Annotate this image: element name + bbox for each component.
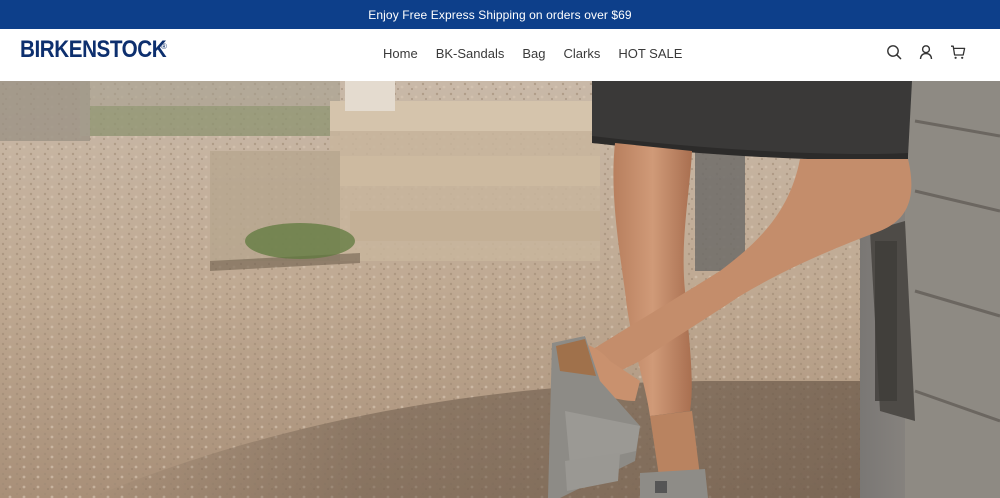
nav-item-clarks[interactable]: Clarks — [563, 46, 600, 61]
hero-photo — [0, 81, 1000, 498]
site-header: BIRKENSTOCK ® Home BK-Sandals Bag Clarks… — [0, 29, 1000, 81]
search-icon[interactable] — [886, 44, 902, 60]
nav-item-bag[interactable]: Bag — [522, 46, 545, 61]
brand-logo[interactable]: BIRKENSTOCK ® — [20, 35, 170, 65]
nav-item-hot-sale[interactable]: HOT SALE — [618, 46, 682, 61]
brand-logo-text: BIRKENSTOCK — [20, 36, 167, 63]
cart-icon[interactable] — [950, 44, 966, 60]
hero-banner-image[interactable] — [0, 81, 1000, 498]
nav-item-bk-sandals[interactable]: BK-Sandals — [436, 46, 505, 61]
account-icon[interactable] — [918, 44, 934, 60]
announcement-text: Enjoy Free Express Shipping on orders ov… — [368, 7, 632, 22]
nav-item-home[interactable]: Home — [383, 46, 418, 61]
main-nav: Home BK-Sandals Bag Clarks HOT SALE — [383, 46, 682, 61]
registered-mark: ® — [161, 42, 167, 51]
header-actions — [886, 44, 966, 60]
announcement-bar: Enjoy Free Express Shipping on orders ov… — [0, 0, 1000, 29]
